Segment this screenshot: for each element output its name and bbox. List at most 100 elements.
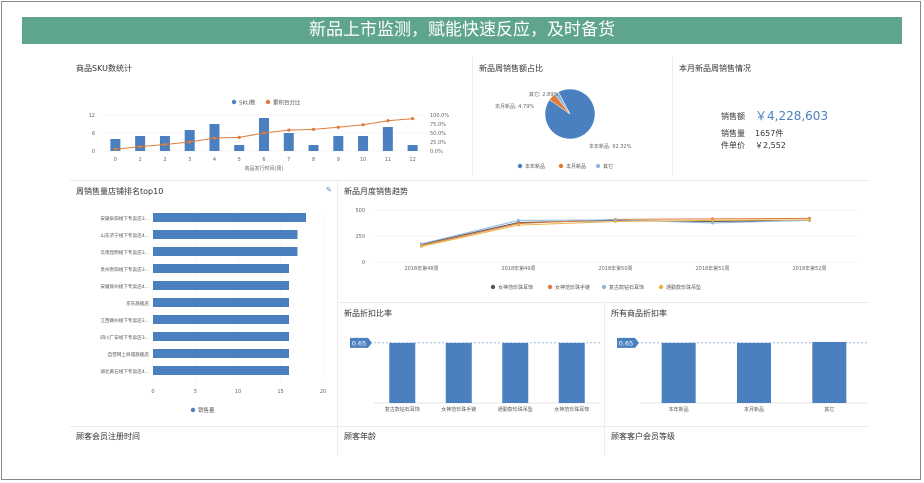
store-label: 湖北黄石线下专卖店4... bbox=[100, 368, 149, 375]
x-tick-label: 10 bbox=[235, 389, 241, 395]
x-tick-label: 2018年第49周 bbox=[501, 265, 535, 272]
divider bbox=[70, 180, 870, 181]
x-tick-label: 女神范珍珠耳饰 bbox=[554, 406, 589, 413]
store-label: 自营网上商城旗舰店 bbox=[108, 351, 150, 358]
cumulative-point bbox=[361, 123, 365, 127]
legend-label: 本年新品 bbox=[525, 163, 545, 170]
cumulative-point bbox=[262, 131, 266, 135]
panel-title: 本月新品周销售情况 bbox=[679, 64, 751, 73]
legend-label: 销售量 bbox=[198, 406, 215, 414]
x-tick-label: 本年新品 bbox=[669, 406, 689, 413]
x-tick-label: 10 bbox=[360, 157, 366, 163]
legend-marker bbox=[231, 99, 237, 105]
y-tick-label: 6 bbox=[92, 131, 95, 137]
registration-time-panel[interactable]: 顾客会员注册时间 bbox=[70, 428, 336, 454]
cumulative-point bbox=[311, 127, 316, 131]
x-tick-label: 5 bbox=[238, 157, 241, 163]
store-bar bbox=[153, 298, 289, 307]
store-ranking-chart[interactable]: 0 5 10 15 20 安徽阜阳线下专卖店3... 山东济宁线下专卖店4... 云南昆明线下… bbox=[70, 183, 336, 425]
quantity-label: 销售量 bbox=[721, 129, 745, 138]
all-discount-chart[interactable]: 本年新品 本月新品 其它 0.65 bbox=[605, 305, 870, 425]
x-tick-label: 2018年第48周 bbox=[404, 265, 438, 272]
new-discount-panel[interactable]: 新品折扣比率 复古款钻石耳饰 女神范珍珠手链 通勤款珍珠吊坠 女神范珍珠耳饰 0.65 bbox=[338, 305, 603, 425]
sku-count-panel[interactable]: 商品SKU数统计 SKU数 累积百分比 12 6 0 100.0% 75.0% 50.0% 25… bbox=[70, 60, 470, 178]
legend-label: 女神范珍珠耳饰 bbox=[498, 284, 533, 291]
share-pie-chart[interactable]: 其它: 2.89% 本月新品: 4.79% 本年新品: 92.32% 本年新品 本月新品… bbox=[473, 60, 671, 178]
trend-line bbox=[421, 219, 810, 247]
trend-line-chart[interactable]: 500 250 0 2018年第48周 2018年第49周 2018年第50周 2018年第… bbox=[338, 183, 870, 301]
x-tick-label: 2018年第51周 bbox=[695, 265, 729, 272]
store-bar bbox=[153, 264, 289, 273]
store-bar bbox=[153, 230, 298, 239]
store-label: 山东济宁线下专卖店4... bbox=[100, 232, 149, 239]
trend-point bbox=[420, 242, 423, 246]
pie-label: 本月新品: 4.79% bbox=[495, 103, 534, 110]
x-tick-label: 2 bbox=[163, 157, 166, 163]
unit-price-label: 件单价 bbox=[721, 141, 745, 150]
store-label: 四川广安线下专卖店3... bbox=[100, 334, 149, 341]
cumulative-point bbox=[386, 119, 390, 123]
legend-marker bbox=[595, 163, 601, 169]
sku-chart[interactable]: SKU数 累积百分比1260100.0%75.0%50.0%25.0%0.0%0 1… bbox=[70, 60, 470, 178]
y-tick-label: 250 bbox=[355, 234, 365, 240]
y2-tick-label: 50.0% bbox=[430, 131, 446, 137]
store-label: 安徽滁州线下专卖店4... bbox=[100, 283, 149, 290]
monthly-trend-panel[interactable]: 新品月度销售趋势 500 250 0 2018年第48周 2018年第49周 2018年第… bbox=[338, 183, 870, 301]
cumulative-point bbox=[113, 147, 117, 151]
x-axis-label: 商品发行时间(周) bbox=[245, 165, 284, 172]
store-label: 安徽阜阳线下专卖店3... bbox=[100, 215, 149, 222]
panel-title: 顾客客户会员等级 bbox=[611, 432, 675, 441]
x-tick-label: 8 bbox=[312, 157, 315, 163]
legend-label: 其它 bbox=[603, 163, 613, 170]
x-tick-label: 7 bbox=[287, 157, 290, 163]
x-tick-label: 3 bbox=[188, 157, 191, 163]
discount-bar bbox=[661, 342, 696, 403]
legend-label: 本月新品 bbox=[566, 163, 586, 170]
store-bar bbox=[153, 315, 289, 324]
new-product-share-panel[interactable]: 新品周销售额占比 其它: 2.89% 本月新品: 4.79% 本年新品: 92.32… bbox=[473, 60, 671, 178]
store-bar bbox=[153, 332, 289, 341]
legend-label: SKU数 bbox=[239, 99, 256, 107]
x-tick-label: 2018年第50周 bbox=[598, 265, 632, 272]
x-tick-label: 11 bbox=[385, 157, 391, 163]
y-tick-label: 500 bbox=[355, 208, 365, 214]
discount-bar bbox=[389, 342, 416, 403]
y-tick-label: 0 bbox=[362, 260, 365, 266]
sku-bar bbox=[283, 133, 294, 151]
sku-bar bbox=[234, 145, 245, 151]
discount-bar bbox=[558, 342, 585, 403]
member-level-panel[interactable]: 顾客客户会员等级 bbox=[605, 428, 870, 454]
sku-bar bbox=[382, 127, 393, 151]
y2-tick-label: 75.0% bbox=[430, 122, 446, 128]
pie-label: 本年新品: 92.32% bbox=[589, 143, 632, 150]
panel-title: 顾客会员注册时间 bbox=[76, 432, 140, 441]
reference-label: 0.65 bbox=[352, 339, 366, 347]
trend-point bbox=[711, 221, 714, 225]
cumulative-point bbox=[188, 140, 192, 144]
trend-point bbox=[517, 223, 520, 227]
legend-marker bbox=[547, 284, 553, 290]
x-tick-label: 15 bbox=[277, 389, 283, 395]
x-tick-label: 5 bbox=[194, 389, 197, 395]
legend-marker bbox=[265, 99, 271, 105]
new-discount-chart[interactable]: 复古款钻石耳饰 女神范珍珠手链 通勤款珍珠吊坠 女神范珍珠耳饰 0.65 bbox=[338, 305, 603, 425]
cumulative-point bbox=[237, 135, 241, 139]
x-tick-label: 复古款钻石耳饰 bbox=[385, 406, 420, 413]
legend-label: 通勤款珍珠吊坠 bbox=[666, 284, 701, 291]
all-discount-panel[interactable]: 所有商品折扣率 本年新品 本月新品 其它 0.65 bbox=[605, 305, 870, 425]
store-bar bbox=[153, 366, 289, 375]
store-label: 京东旗舰店 bbox=[126, 300, 149, 307]
x-tick-label: 其它 bbox=[824, 406, 834, 413]
trend-point bbox=[517, 218, 520, 222]
discount-bar bbox=[737, 342, 771, 403]
store-label: 江西赣州线下专卖店3... bbox=[100, 317, 149, 324]
store-ranking-panel[interactable]: 周销售量店铺排名top10 ✎ 0 5 10 15 20 安徽阜阳线下专卖店3... 山东济… bbox=[70, 183, 336, 425]
discount-bar bbox=[445, 342, 472, 403]
store-bar bbox=[153, 247, 298, 256]
customer-age-panel[interactable]: 顾客年龄 bbox=[338, 428, 603, 454]
x-tick-label: 4 bbox=[213, 157, 216, 163]
cumulative-point bbox=[212, 136, 217, 140]
legend-marker bbox=[490, 284, 496, 290]
kpi-panel: 本月新品周销售情况 销售额 ￥4,228,603 销售量 1657件 件单价 ￥… bbox=[673, 60, 873, 178]
x-tick-label: 通勤款珍珠吊坠 bbox=[498, 406, 533, 413]
